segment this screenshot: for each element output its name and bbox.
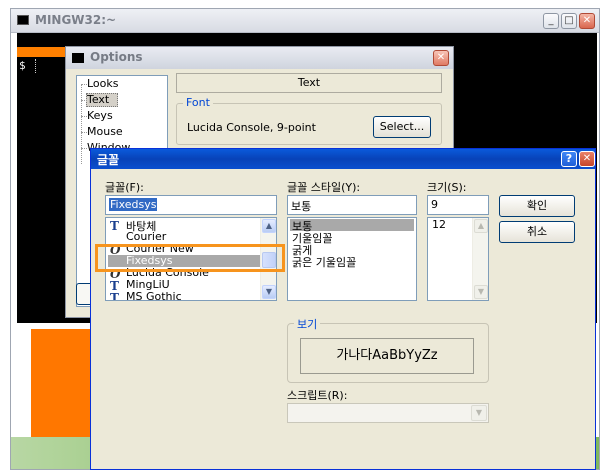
options-close-button[interactable]: ✕	[433, 50, 449, 66]
terminal-cursor	[35, 59, 37, 73]
tree-item-mouse[interactable]: Mouse	[87, 125, 123, 138]
scroll-down-icon[interactable]: ▼	[262, 285, 276, 299]
terminal-orange-bar	[17, 47, 69, 57]
mingw-title-bar[interactable]: MINGW32:~ _ □ ✕	[11, 9, 599, 33]
maximize-button[interactable]: □	[561, 13, 577, 29]
terminal-icon	[17, 15, 29, 25]
scroll-up-icon[interactable]: ▲	[474, 219, 488, 233]
size-list-scrollbar[interactable]: ▲ ▼	[472, 218, 488, 300]
chevron-down-icon[interactable]: ▼	[471, 405, 487, 421]
font-dialog-title: 글꼴	[97, 153, 120, 167]
truetype-icon: T	[110, 219, 119, 233]
truetype-icon: T	[110, 291, 119, 301]
terminal-icon	[72, 53, 84, 63]
minimize-button[interactable]: _	[543, 13, 559, 29]
font-dialog: 글꼴 ? ✕ 글꼴(F): Fixedsys T 바탕체 Courier O C…	[90, 148, 596, 470]
font-dialog-close-button[interactable]: ✕	[579, 151, 595, 167]
font-list-item[interactable]: MS Gothic	[126, 290, 182, 300]
mingw-title: MINGW32:~	[35, 13, 117, 27]
scroll-down-icon[interactable]: ▼	[474, 285, 488, 299]
select-font-button[interactable]: Select...	[373, 116, 431, 138]
section-header-text: Text	[176, 73, 442, 93]
cancel-button[interactable]: 취소	[499, 221, 575, 243]
style-list-item[interactable]: 굵은 기울임꼴	[292, 254, 356, 270]
tree-item-text[interactable]: Text	[87, 93, 109, 106]
font-group-label: Font	[183, 96, 213, 109]
current-font-value: Lucida Console, 9-point	[187, 121, 316, 134]
help-button[interactable]: ?	[561, 151, 577, 167]
font-name-input[interactable]: Fixedsys	[105, 195, 277, 215]
font-name-label: 글꼴(F):	[105, 181, 144, 194]
terminal-prompt: $	[19, 59, 26, 72]
font-style-list[interactable]: 보통 기울임꼴 굵게 굵은 기울임꼴	[287, 217, 417, 301]
preview-group: 보기 가나다AaBbYyZz	[287, 316, 489, 383]
tree-item-looks[interactable]: Looks	[87, 77, 119, 90]
script-dropdown[interactable]: ▼	[287, 403, 489, 423]
scroll-up-icon[interactable]: ▲	[262, 219, 276, 233]
font-group: Font Lucida Console, 9-point Select...	[176, 96, 442, 145]
ok-button[interactable]: 확인	[499, 195, 575, 217]
font-name-value: Fixedsys	[109, 198, 158, 211]
font-style-label: 글꼴 스타일(Y):	[287, 181, 361, 194]
font-size-label: 크기(S):	[427, 181, 467, 194]
font-dialog-title-bar[interactable]: 글꼴 ? ✕	[91, 149, 595, 169]
size-list-item[interactable]: 12	[432, 218, 446, 231]
preview-sample: 가나다AaBbYyZz	[300, 338, 474, 374]
close-button[interactable]: ✕	[579, 13, 595, 29]
font-size-input[interactable]: 9	[427, 195, 489, 215]
tree-item-keys[interactable]: Keys	[87, 109, 113, 122]
script-label: 스크립트(R):	[287, 389, 348, 402]
font-size-list[interactable]: 12 ▲ ▼	[427, 217, 489, 301]
tree-connector	[81, 84, 82, 164]
font-style-input[interactable]: 보통	[287, 195, 417, 215]
preview-label: 보기	[294, 316, 321, 332]
options-title-bar[interactable]: Options ✕	[66, 47, 453, 69]
options-title: Options	[90, 50, 143, 64]
highlight-annotation	[95, 244, 285, 272]
